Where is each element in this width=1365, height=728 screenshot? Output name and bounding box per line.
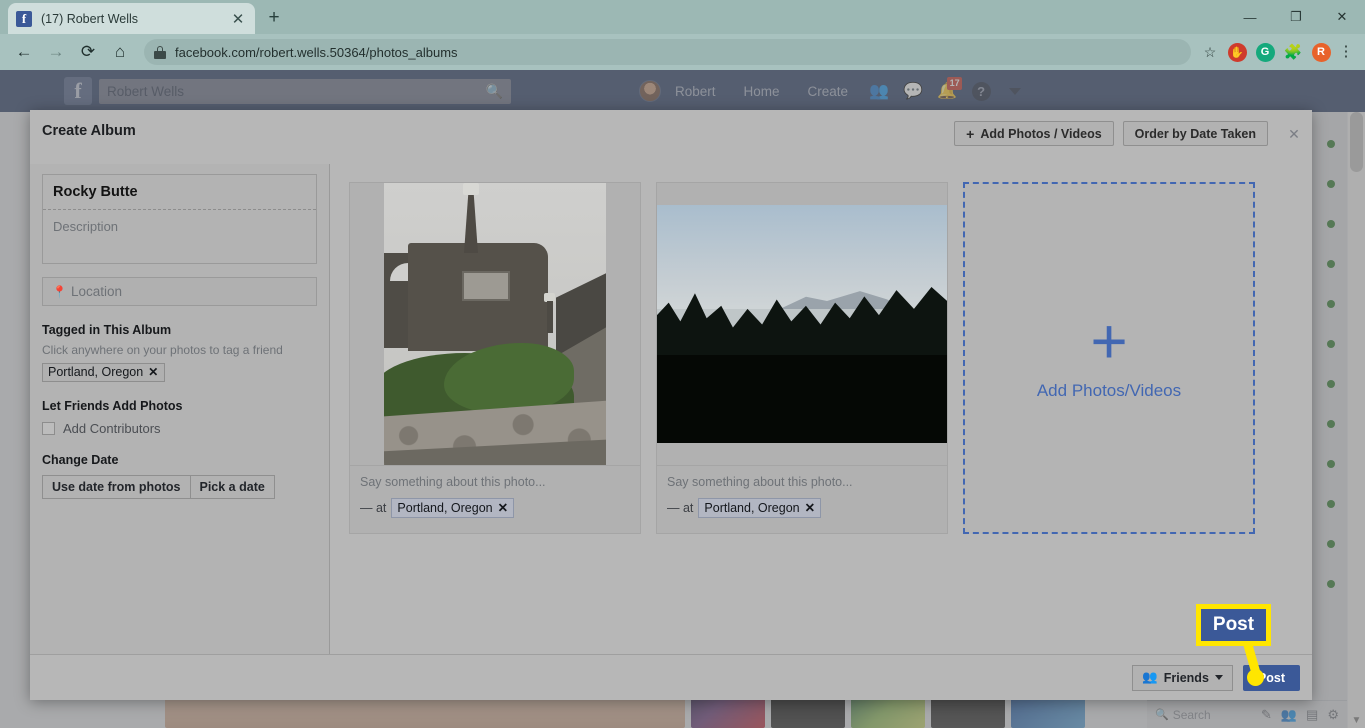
add-photos-videos-label: Add Photos / Videos bbox=[980, 126, 1102, 141]
plus-icon: + bbox=[1090, 305, 1128, 377]
tag-chip-label: Portland, Oregon bbox=[48, 365, 144, 379]
photo-card-rocky-butte-view[interactable]: Say something about this photo... — at P… bbox=[656, 182, 948, 534]
callout-label: Post bbox=[1212, 614, 1255, 635]
friends-icon: 👥 bbox=[1142, 670, 1158, 684]
callout-post-button-highlight: Post bbox=[1196, 604, 1271, 646]
dialog-header: Create Album + Add Photos / Videos Order… bbox=[30, 110, 1312, 164]
create-album-dialog: Create Album + Add Photos / Videos Order… bbox=[30, 110, 1312, 700]
location-input[interactable]: 📍 Location bbox=[42, 277, 317, 306]
photo-card-rocky-butte-wall[interactable]: Say something about this photo... — at P… bbox=[349, 182, 641, 534]
bookmark-star-icon[interactable]: ☆ bbox=[1197, 44, 1223, 61]
photo-caption-input[interactable]: Say something about this photo... bbox=[360, 475, 630, 489]
photo-location-label: Portland, Oregon bbox=[397, 500, 493, 515]
reload-icon[interactable]: ⟳ bbox=[72, 37, 104, 67]
add-photos-dropzone[interactable]: + Add Photos/Videos bbox=[963, 182, 1255, 534]
lock-icon bbox=[154, 45, 166, 59]
photo-location-chip: Portland, Oregon ✕ bbox=[698, 498, 822, 518]
dialog-body: Rocky Butte Description 📍 Location Tagge… bbox=[30, 164, 1312, 654]
album-description-input[interactable]: Description bbox=[43, 210, 316, 263]
forward-icon[interactable]: → bbox=[40, 37, 72, 67]
window-controls: — ❐ ✕ bbox=[1227, 0, 1365, 34]
at-prefix: — at bbox=[667, 501, 694, 515]
use-date-from-photos-button[interactable]: Use date from photos bbox=[42, 475, 191, 499]
tab-title: (17) Robert Wells bbox=[41, 11, 139, 26]
close-icon[interactable]: ✕ bbox=[1282, 123, 1306, 145]
map-pin-icon: 📍 bbox=[52, 284, 67, 299]
pick-a-date-button[interactable]: Pick a date bbox=[190, 475, 275, 499]
dialog-footer: 👥 Friends Post bbox=[30, 654, 1312, 700]
privacy-label: Friends bbox=[1163, 670, 1209, 685]
minimize-button[interactable]: — bbox=[1227, 0, 1273, 34]
photo-thumbnail[interactable] bbox=[657, 183, 947, 465]
album-name-input[interactable]: Rocky Butte bbox=[43, 175, 316, 210]
browser-window: f (17) Robert Wells ✕ + — ❐ ✕ ← → ⟳ ⌂ fa… bbox=[0, 0, 1365, 728]
photo-grid: Say something about this photo... — at P… bbox=[331, 164, 1312, 654]
photo-location-row: — at Portland, Oregon ✕ bbox=[360, 498, 630, 518]
add-contributors-row[interactable]: Add Contributors bbox=[42, 421, 317, 436]
browser-toolbar: ← → ⟳ ⌂ facebook.com/robert.wells.50364/… bbox=[0, 34, 1365, 70]
window-close-button[interactable]: ✕ bbox=[1319, 0, 1365, 34]
add-contributors-label: Add Contributors bbox=[63, 421, 161, 436]
address-bar-url: facebook.com/robert.wells.50364/photos_a… bbox=[175, 44, 458, 60]
back-icon[interactable]: ← bbox=[8, 37, 40, 67]
facebook-favicon-icon: f bbox=[16, 10, 32, 27]
add-contributors-checkbox[interactable] bbox=[42, 422, 55, 435]
maximize-button[interactable]: ❐ bbox=[1273, 0, 1319, 34]
photo-location-row: — at Portland, Oregon ✕ bbox=[667, 498, 937, 518]
privacy-selector[interactable]: 👥 Friends bbox=[1132, 664, 1233, 691]
photo-location-label: Portland, Oregon bbox=[704, 500, 800, 515]
at-prefix: — at bbox=[360, 501, 387, 515]
photo-caption-input[interactable]: Say something about this photo... bbox=[667, 475, 937, 489]
remove-location-icon[interactable]: ✕ bbox=[805, 500, 815, 515]
grammarly-extension-icon[interactable]: G bbox=[1251, 37, 1279, 67]
puzzle-extensions-icon[interactable]: 🧩 bbox=[1279, 37, 1307, 67]
chevron-down-icon bbox=[1214, 675, 1223, 680]
add-photos-dropzone-label: Add Photos/Videos bbox=[1036, 381, 1182, 400]
profile-avatar-icon[interactable]: R bbox=[1307, 37, 1335, 67]
location-placeholder: Location bbox=[70, 284, 122, 299]
tagged-hint: Click anywhere on your photos to tag a f… bbox=[42, 343, 283, 357]
callout-anchor-dot bbox=[1247, 669, 1264, 686]
photo-thumbnail[interactable] bbox=[350, 183, 640, 465]
address-bar[interactable]: facebook.com/robert.wells.50364/photos_a… bbox=[144, 39, 1191, 65]
photo-image-treetop-view bbox=[657, 205, 947, 443]
photo-image-stone-wall bbox=[384, 183, 606, 465]
order-by-date-taken-label: Order by Date Taken bbox=[1134, 126, 1256, 141]
tab-strip: f (17) Robert Wells ✕ + — ❐ ✕ bbox=[0, 0, 1365, 34]
tag-chip-portland-oregon: Portland, Oregon ✕ bbox=[42, 363, 166, 382]
remove-location-icon[interactable]: ✕ bbox=[498, 500, 508, 515]
plus-icon: + bbox=[966, 125, 975, 142]
tab-close-icon[interactable]: ✕ bbox=[229, 10, 247, 28]
add-photos-videos-button[interactable]: + Add Photos / Videos bbox=[954, 121, 1114, 146]
tagged-heading: Tagged in This Album bbox=[42, 323, 172, 337]
browser-tab[interactable]: f (17) Robert Wells ✕ bbox=[8, 3, 255, 34]
album-info-box: Rocky Butte Description bbox=[42, 174, 317, 264]
adblock-extension-icon[interactable]: ✋ bbox=[1223, 37, 1251, 67]
page-title: Create Album bbox=[42, 123, 136, 139]
remove-tag-icon[interactable]: ✕ bbox=[148, 365, 158, 379]
album-details-sidebar: Rocky Butte Description 📍 Location Tagge… bbox=[30, 164, 330, 654]
change-date-heading: Change Date bbox=[42, 453, 119, 467]
browser-menu-icon[interactable]: ⋮ bbox=[1335, 44, 1357, 59]
photo-location-chip: Portland, Oregon ✕ bbox=[391, 498, 515, 518]
home-icon[interactable]: ⌂ bbox=[104, 37, 136, 67]
order-by-date-taken-button[interactable]: Order by Date Taken bbox=[1122, 121, 1268, 146]
change-date-buttons: Use date from photos Pick a date bbox=[42, 475, 317, 499]
photo-meta: Say something about this photo... — at P… bbox=[657, 465, 947, 530]
new-tab-button[interactable]: + bbox=[262, 7, 286, 31]
contributors-heading: Let Friends Add Photos bbox=[42, 399, 183, 413]
dialog-header-actions: + Add Photos / Videos Order by Date Take… bbox=[954, 121, 1268, 146]
photo-meta: Say something about this photo... — at P… bbox=[350, 465, 640, 530]
